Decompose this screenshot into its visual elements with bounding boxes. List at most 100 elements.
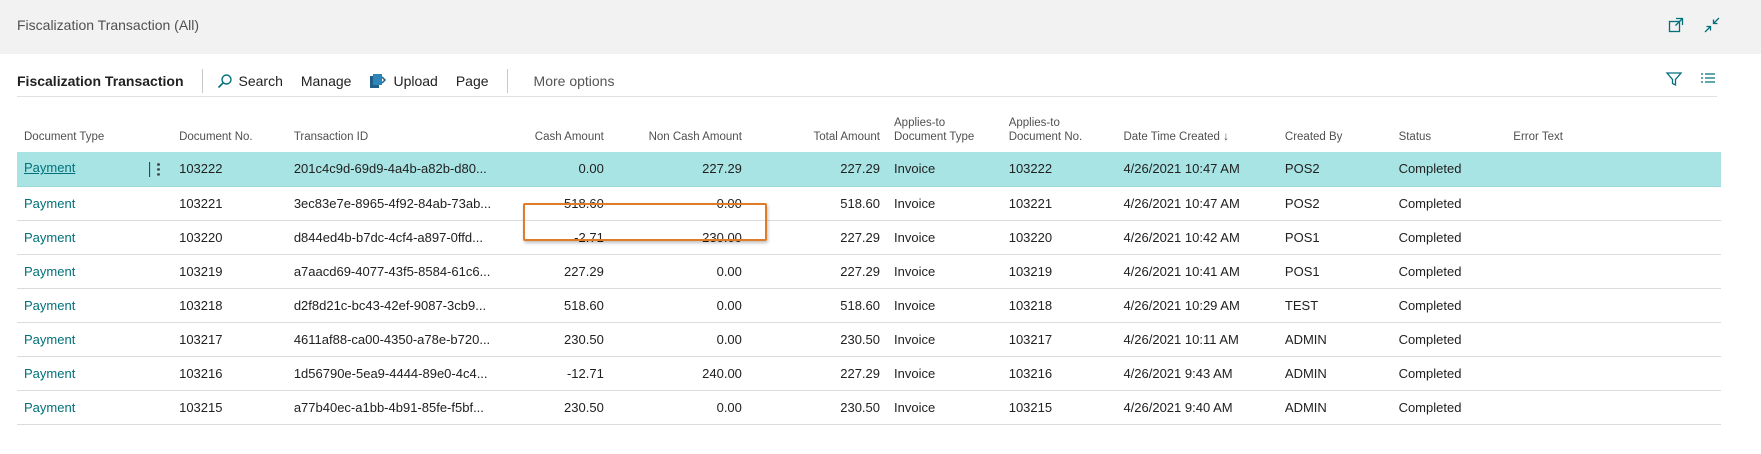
table-row[interactable]: Payment 103221 3ec83e7e-8965-4f92-84ab-73a…: [17, 186, 1721, 221]
cell-document-type-text[interactable]: Payment: [24, 230, 75, 245]
table-body: Payment ⋯ 103222 201c4c9d-69d9-4a4b-a82b-d8…: [17, 152, 1721, 425]
cell-applies-to-document-type: Invoice: [887, 356, 1002, 391]
table-row[interactable]: Payment 103220 d844ed4b-b7dc-4cf4-a897-0ff…: [17, 220, 1721, 255]
cell-cash-amount: 518.60: [499, 288, 611, 323]
col-header-status[interactable]: Status: [1392, 110, 1507, 152]
manage-label: Manage: [300, 73, 352, 89]
cell-applies-to-document-no-text: 103219: [1008, 263, 1053, 279]
upload-button[interactable]: Upload: [369, 73, 438, 89]
cell-non-cash-amount: 240.00: [610, 356, 749, 391]
open-new-window-icon[interactable]: [1667, 16, 1685, 34]
manage-button[interactable]: Manage: [301, 73, 352, 89]
cell-document-type-text[interactable]: Payment: [24, 366, 75, 381]
cell-applies-to-document-no: 103221: [1001, 186, 1117, 221]
cell-error-text: [1506, 220, 1721, 255]
cell-document-type[interactable]: Payment: [17, 186, 173, 221]
cell-document-type[interactable]: Payment: [17, 322, 173, 357]
col-header-total-amount[interactable]: Total Amount: [749, 110, 887, 152]
cell-transaction-id: d2f8d21c-bc43-42ef-9087-3cb9...: [286, 288, 500, 323]
table-row[interactable]: Payment 103216 1d56790e-5ea9-4444-89e0-4c4…: [17, 356, 1721, 391]
row-actions-menu-icon[interactable]: ⋯: [150, 162, 167, 177]
cell-non-cash-amount-text: 230.00: [702, 229, 742, 245]
cell-document-type[interactable]: Payment: [17, 288, 173, 323]
header-line-2: Document No.: [1008, 131, 1083, 143]
cell-date-time-created: 4/26/2021 10:47 AM: [1116, 186, 1278, 221]
cell-non-cash-amount-text: 240.00: [702, 365, 742, 381]
transactions-table: Document Type Document No. Transaction I…: [17, 110, 1721, 425]
cell-total-amount-text: 227.29: [840, 263, 880, 279]
cell-document-type-text[interactable]: Payment: [24, 196, 75, 211]
cell-cash-amount-text: 518.60: [564, 297, 604, 313]
cell-applies-to-document-no: 103222: [1001, 152, 1117, 187]
col-header-document-type[interactable]: Document Type: [17, 110, 172, 152]
cell-total-amount-text: 227.29: [840, 161, 880, 177]
cell-applies-to-document-no: 103215: [1001, 390, 1117, 425]
cell-date-time-created-text: 4/26/2021 10:11 AM: [1123, 331, 1239, 347]
cell-date-time-created-text: 4/26/2021 10:41 AM: [1123, 263, 1240, 279]
table-row[interactable]: Payment ⋯ 103222 201c4c9d-69d9-4a4b-a82b-d8…: [17, 152, 1721, 187]
cell-date-time-created: 4/26/2021 10:11 AM: [1116, 322, 1278, 357]
table-row[interactable]: Payment 103218 d2f8d21c-bc43-42ef-9087-3cb…: [17, 288, 1721, 323]
table-row[interactable]: Payment 103215 a77b40ec-a1bb-4b91-85fe-f5b…: [17, 390, 1721, 425]
cell-applies-to-document-type-text: Invoice: [894, 195, 936, 211]
cell-document-type[interactable]: Payment ⋯: [17, 152, 173, 187]
table-header-row: Document Type Document No. Transaction I…: [17, 110, 1721, 152]
cell-transaction-id: 3ec83e7e-8965-4f92-84ab-73ab...: [286, 186, 500, 221]
col-header-transaction-id[interactable]: Transaction ID: [287, 110, 499, 152]
cell-status-text: Completed: [1398, 365, 1462, 381]
cell-document-type-text[interactable]: Payment: [24, 332, 75, 347]
col-header-non-cash-amount[interactable]: Non Cash Amount: [611, 110, 749, 152]
cell-error-text: [1506, 254, 1721, 289]
cell-created-by-text: ADMIN: [1284, 331, 1327, 347]
list-view-icon[interactable]: [1699, 70, 1717, 93]
cell-date-time-created-text: 4/26/2021 10:47 AM: [1123, 195, 1240, 211]
collapse-icon[interactable]: [1703, 16, 1721, 34]
col-header-document-no[interactable]: Document No.: [172, 110, 287, 152]
cell-non-cash-amount: 0.00: [610, 322, 749, 357]
header-line-2: Document Type: [894, 131, 975, 143]
cell-non-cash-amount-text: 227.29: [702, 161, 742, 177]
cell-applies-to-document-no-text: 103216: [1008, 365, 1053, 381]
cell-document-type-text[interactable]: Payment: [24, 400, 75, 415]
page-button[interactable]: Page: [456, 73, 489, 89]
cell-document-no: 103216: [172, 356, 287, 391]
cell-total-amount-text: 227.29: [840, 229, 880, 245]
more-options-button[interactable]: More options: [534, 73, 615, 89]
cell-document-type-text[interactable]: Payment: [24, 264, 75, 279]
cell-applies-to-document-no: 103220: [1001, 220, 1117, 255]
cell-document-type[interactable]: Payment: [17, 356, 173, 391]
cell-transaction-id: a7aacd69-4077-43f5-8584-61c6...: [286, 254, 500, 289]
cell-non-cash-amount-text: 0.00: [716, 263, 742, 279]
col-header-applies-to-document-type[interactable]: Applies-to Document Type: [887, 110, 1002, 152]
cell-document-type-text[interactable]: Payment: [24, 160, 75, 175]
cell-applies-to-document-no-text: 103217: [1008, 331, 1053, 347]
cell-error-text: [1506, 356, 1721, 391]
cell-error-text: [1506, 186, 1721, 221]
cell-date-time-created: 4/26/2021 9:43 AM: [1116, 356, 1278, 391]
table-row[interactable]: Payment 103217 4611af88-ca00-4350-a78e-b72…: [17, 322, 1721, 357]
col-header-cash-amount[interactable]: Cash Amount: [499, 110, 611, 152]
col-header-date-time-created[interactable]: Date Time Created ↓: [1116, 110, 1277, 152]
cell-transaction-id-text: 201c4c9d-69d9-4a4b-a82b-d80...: [293, 161, 487, 177]
col-header-created-by[interactable]: Created By: [1278, 110, 1392, 152]
cell-applies-to-document-type-text: Invoice: [894, 263, 936, 279]
cell-status-text: Completed: [1398, 297, 1462, 313]
cell-document-type-text[interactable]: Payment: [24, 298, 75, 313]
search-button[interactable]: Search: [217, 73, 283, 89]
table-row[interactable]: Payment 103219 a7aacd69-4077-43f5-8584-61c…: [17, 254, 1721, 289]
cell-document-type[interactable]: Payment: [17, 390, 173, 425]
cell-applies-to-document-type-text: Invoice: [894, 331, 936, 347]
cell-cash-amount-text: 230.50: [564, 399, 604, 415]
cell-document-type[interactable]: Payment: [17, 220, 173, 255]
cell-document-type[interactable]: Payment: [17, 254, 173, 289]
cell-applies-to-document-type: Invoice: [887, 186, 1002, 221]
cell-cash-amount: 230.50: [499, 390, 611, 425]
col-header-applies-to-document-no[interactable]: Applies-to Document No.: [1002, 110, 1117, 152]
cell-status: Completed: [1391, 288, 1507, 323]
col-header-error-text[interactable]: Error Text: [1506, 110, 1721, 152]
cell-created-by-text: POS1: [1284, 263, 1320, 279]
cell-status: Completed: [1391, 220, 1507, 255]
filter-icon[interactable]: [1665, 70, 1683, 93]
cell-date-time-created-text: 4/26/2021 9:43 AM: [1123, 365, 1233, 381]
cell-date-time-created: 4/26/2021 10:47 AM: [1116, 152, 1278, 187]
